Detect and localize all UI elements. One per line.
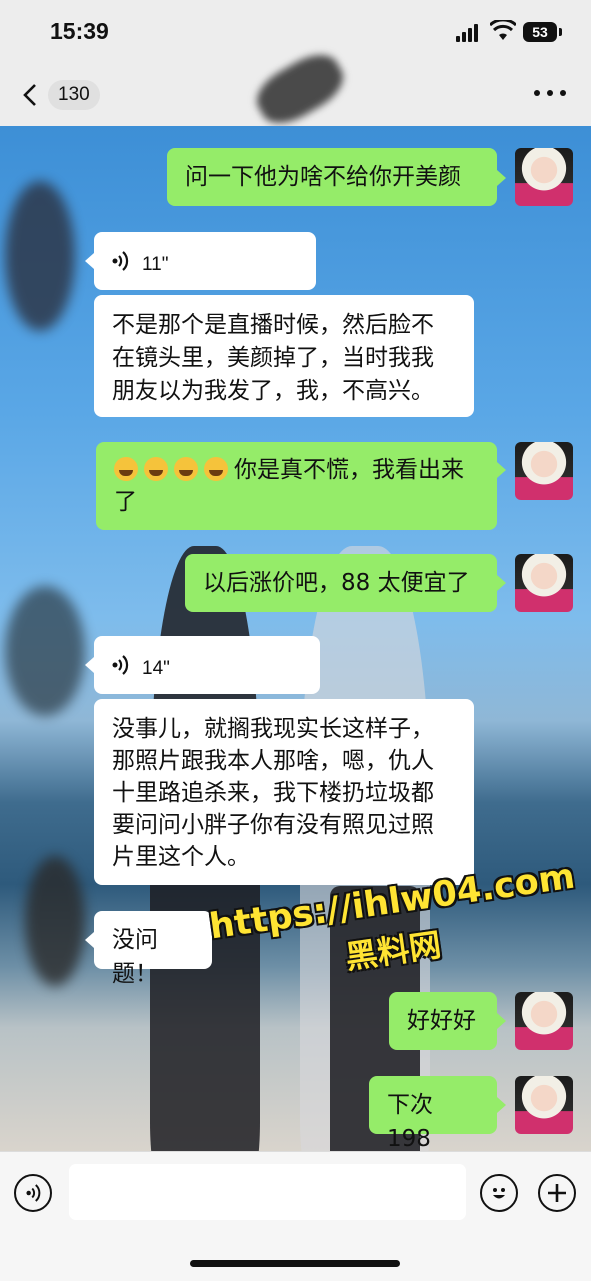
bubble-tail	[85, 932, 94, 948]
more-options-button[interactable]	[534, 88, 568, 98]
voice-wave-icon	[112, 251, 129, 271]
message-line: 要问问小胖子你有没有照见过照	[112, 812, 434, 838]
voice-duration: 14"	[142, 658, 170, 679]
voice-wave-icon	[112, 655, 129, 675]
battery-level: 53	[523, 22, 557, 42]
my-avatar[interactable]	[515, 148, 573, 206]
unread-count-badge: 130	[48, 80, 100, 110]
bubble-tail	[497, 170, 506, 186]
message-line: 了	[114, 489, 137, 515]
incoming-message[interactable]: 没问题！	[94, 911, 212, 987]
message-line: 那照片跟我本人那啥，嗯，仇人	[112, 748, 434, 774]
message-line: 片里这个人。	[112, 844, 250, 870]
outgoing-message[interactable]: 下次 198	[369, 1076, 497, 1151]
emoji-button[interactable]	[480, 1174, 518, 1212]
input-bar	[0, 1151, 591, 1281]
laugh-cry-emoji-icon	[204, 457, 228, 481]
bubble-tail	[85, 253, 94, 269]
bubble-tail	[497, 1013, 506, 1029]
home-indicator	[190, 1260, 400, 1267]
message-line: 在镜头里，美颜掉了，当时我我	[112, 345, 434, 371]
battery-tip	[559, 28, 562, 36]
voice-duration: 11"	[142, 254, 169, 275]
redacted-avatar-blur	[5, 586, 85, 716]
chat-area[interactable]: 问一下他为啥不给你开美颜 11" 不是那个是直播时候，然后脸不 在镜头里，美颜掉…	[0, 126, 591, 1151]
voice-input-button[interactable]	[14, 1174, 52, 1212]
status-time: 15:39	[50, 18, 109, 44]
my-avatar[interactable]	[515, 554, 573, 612]
bubble-tail	[497, 462, 506, 478]
laugh-cry-emoji-icon	[114, 457, 138, 481]
voice-wave-icon	[26, 1184, 41, 1202]
message-line: 十里路追杀来，我下楼扔垃圾都	[112, 780, 434, 806]
redacted-avatar-blur	[25, 856, 85, 986]
my-avatar[interactable]	[515, 1076, 573, 1134]
message-line: 你是真不慌，我看出来	[234, 457, 464, 483]
incoming-message[interactable]: 没事儿，就搁我现实长这样子， 那照片跟我本人那啥，嗯，仇人 十里路追杀来，我下楼…	[94, 699, 474, 885]
bubble-tail	[497, 1097, 506, 1113]
bubble-tail	[85, 657, 94, 673]
back-button[interactable]: 130	[18, 78, 104, 112]
chevron-left-icon	[23, 84, 36, 106]
plus-icon	[548, 1184, 566, 1202]
incoming-voice-message[interactable]: 11"	[94, 232, 316, 290]
redacted-avatar-blur	[5, 181, 75, 331]
bubble-tail	[497, 575, 506, 591]
incoming-voice-message[interactable]: 14"	[94, 636, 320, 694]
message-line: 朋友以为我发了，我，不高兴。	[112, 378, 434, 404]
outgoing-message[interactable]: 你是真不慌，我看出来 了	[96, 442, 497, 530]
my-avatar[interactable]	[515, 442, 573, 500]
status-bar: 15:39 53	[0, 0, 591, 62]
cellular-signal-icon	[456, 24, 482, 42]
incoming-message[interactable]: 不是那个是直播时候，然后脸不 在镜头里，美颜掉了，当时我我 朋友以为我发了，我，…	[94, 295, 474, 417]
my-avatar[interactable]	[515, 992, 573, 1050]
message-input[interactable]	[69, 1164, 466, 1220]
laugh-cry-emoji-icon	[144, 457, 168, 481]
smiley-icon	[493, 1188, 505, 1199]
message-line: 没事儿，就搁我现实长这样子，	[112, 716, 434, 742]
outgoing-message[interactable]: 好好好	[389, 992, 497, 1050]
laugh-cry-emoji-icon	[174, 457, 198, 481]
wifi-icon	[490, 20, 516, 40]
more-functions-button[interactable]	[538, 1174, 576, 1212]
outgoing-message[interactable]: 问一下他为啥不给你开美颜	[167, 148, 497, 206]
message-line: 不是那个是直播时候，然后脸不	[112, 312, 434, 338]
outgoing-message[interactable]: 以后涨价吧，88 太便宜了	[185, 554, 497, 612]
chat-header: 130	[0, 44, 591, 134]
